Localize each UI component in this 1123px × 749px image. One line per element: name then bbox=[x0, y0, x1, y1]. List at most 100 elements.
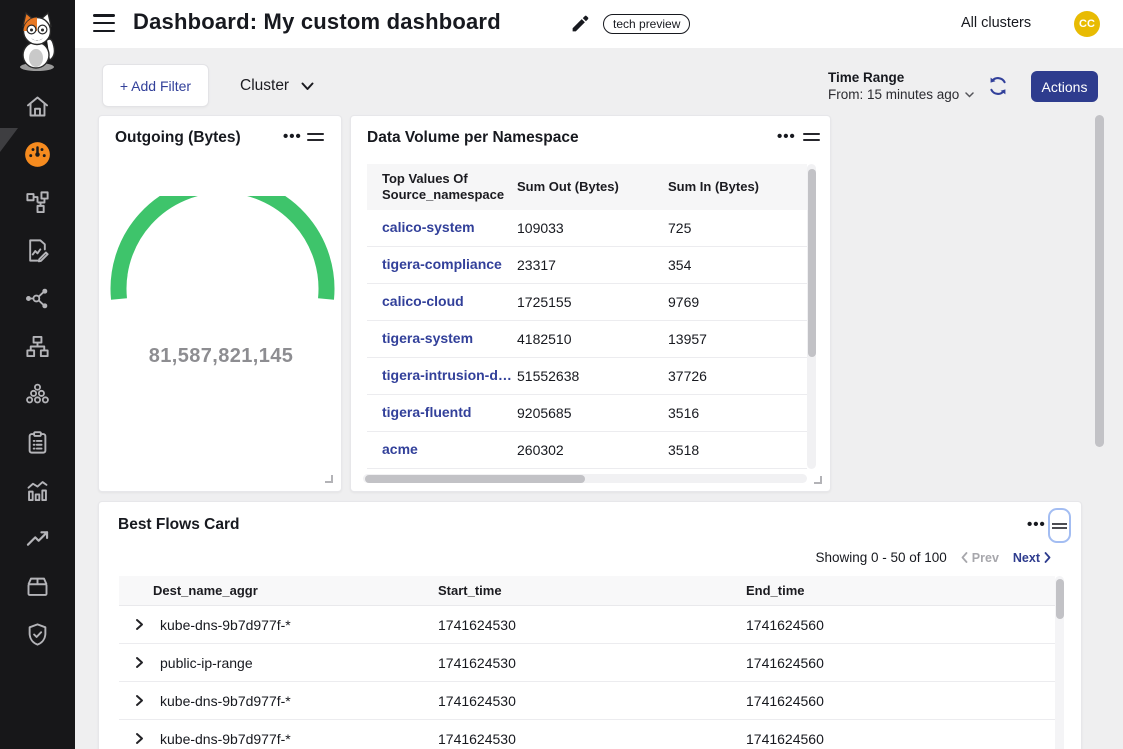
prev-page-button[interactable]: Prev bbox=[961, 551, 999, 565]
best-flows-card: Best Flows Card ••• Showing 0 - 50 of 10… bbox=[98, 501, 1082, 749]
tech-preview-badge: tech preview bbox=[603, 14, 690, 34]
sum-in-value: 37726 bbox=[668, 368, 807, 384]
actions-button[interactable]: Actions bbox=[1031, 71, 1098, 102]
table-row: acme 260302 3518 bbox=[367, 432, 807, 469]
sidebar-item-trends[interactable] bbox=[24, 525, 51, 552]
dashboard-gauge-icon bbox=[24, 141, 51, 168]
resize-handle[interactable] bbox=[814, 476, 822, 484]
table-row: public-ip-range 1741624530 1741624560 bbox=[119, 644, 1055, 682]
end-time: 1741624560 bbox=[746, 731, 1055, 747]
drag-handle-focused[interactable] bbox=[1048, 508, 1071, 543]
card-title: Best Flows Card bbox=[118, 516, 239, 534]
cluster-scope-selector[interactable]: All clusters bbox=[961, 15, 1031, 31]
sum-out-value: 9205685 bbox=[517, 405, 668, 421]
namespace-link[interactable]: calico-cloud bbox=[382, 293, 464, 309]
table-vertical-scrollbar[interactable] bbox=[807, 164, 816, 469]
table-header-row: Top Values Of Source_namespace Sum Out (… bbox=[367, 164, 807, 210]
drag-handle-icon[interactable] bbox=[307, 133, 324, 141]
flows-table: Dest_name_aggr Start_time End_time kube-… bbox=[119, 576, 1055, 749]
column-header: Top Values Of Source_namespace bbox=[367, 171, 517, 204]
table-row: tigera-system 4182510 13957 bbox=[367, 321, 807, 358]
sidebar-item-home[interactable] bbox=[24, 93, 51, 120]
sidebar-item-statistics[interactable] bbox=[24, 477, 51, 504]
sum-out-value: 23317 bbox=[517, 257, 668, 273]
expand-row-icon[interactable] bbox=[133, 618, 146, 631]
table-header-row: Dest_name_aggr Start_time End_time bbox=[119, 576, 1055, 606]
sidebar-item-flow-visualization[interactable] bbox=[24, 285, 51, 312]
namespace-link[interactable]: tigera-fluentd bbox=[382, 404, 471, 420]
outgoing-bytes-card: Outgoing (Bytes) ••• 81,587,821,145 bbox=[98, 115, 342, 492]
card-menu-icon[interactable]: ••• bbox=[283, 130, 301, 144]
column-header: Sum Out (Bytes) bbox=[517, 179, 668, 195]
expand-row-icon[interactable] bbox=[133, 732, 146, 745]
namespace-link[interactable]: calico-system bbox=[382, 219, 475, 235]
service-graph-icon bbox=[24, 189, 51, 216]
edit-pencil-icon[interactable] bbox=[570, 13, 591, 34]
namespace-link[interactable]: acme bbox=[382, 441, 418, 457]
table-row: tigera-intrusion-d… 51552638 37726 bbox=[367, 358, 807, 395]
chart-stats-icon bbox=[24, 477, 51, 504]
next-page-button[interactable]: Next bbox=[1013, 551, 1051, 565]
add-filter-button[interactable]: + Add Filter bbox=[102, 64, 209, 107]
card-menu-icon[interactable]: ••• bbox=[777, 130, 795, 144]
sum-in-value: 354 bbox=[668, 257, 807, 273]
sum-in-value: 3516 bbox=[668, 405, 807, 421]
shield-check-icon bbox=[24, 621, 51, 648]
expand-row-icon[interactable] bbox=[133, 656, 146, 669]
sum-in-value: 3518 bbox=[668, 442, 807, 458]
namespace-link[interactable]: tigera-compliance bbox=[382, 256, 502, 272]
dest-name: kube-dns-9b7d977f-* bbox=[160, 693, 291, 709]
cluster-nodes-icon bbox=[24, 381, 51, 408]
end-time: 1741624560 bbox=[746, 655, 1055, 671]
avatar[interactable]: CC bbox=[1074, 11, 1100, 37]
sidebar-item-service-graph[interactable] bbox=[24, 189, 51, 216]
card-menu-icon[interactable]: ••• bbox=[1027, 518, 1045, 532]
sum-in-value: 13957 bbox=[668, 331, 807, 347]
table-vertical-scrollbar[interactable] bbox=[1055, 576, 1064, 749]
sidebar-item-security[interactable] bbox=[24, 621, 51, 648]
dest-name: kube-dns-9b7d977f-* bbox=[160, 731, 291, 747]
namespace-link[interactable]: tigera-intrusion-d… bbox=[382, 367, 512, 383]
sidebar-item-dashboards[interactable] bbox=[24, 141, 51, 168]
table-row: calico-cloud 1725155 9769 bbox=[367, 284, 807, 321]
sidebar-item-policies[interactable] bbox=[24, 237, 51, 264]
start-time: 1741624530 bbox=[438, 693, 746, 709]
expand-row-icon[interactable] bbox=[133, 694, 146, 707]
dest-name: public-ip-range bbox=[160, 655, 253, 671]
time-range-control[interactable]: Time Range From: 15 minutes ago bbox=[828, 70, 974, 102]
namespace-table: Top Values Of Source_namespace Sum Out (… bbox=[367, 164, 807, 469]
sum-out-value: 4182510 bbox=[517, 331, 668, 347]
start-time: 1741624530 bbox=[438, 655, 746, 671]
table-horizontal-scrollbar[interactable] bbox=[363, 474, 807, 483]
column-header: Dest_name_aggr bbox=[119, 583, 438, 598]
page-title: Dashboard: My custom dashboard bbox=[133, 9, 501, 35]
table-row: kube-dns-9b7d977f-* 1741624530 174162456… bbox=[119, 682, 1055, 720]
sidebar-item-network-topology[interactable] bbox=[24, 333, 51, 360]
card-title: Data Volume per Namespace bbox=[367, 129, 579, 147]
refresh-icon[interactable] bbox=[986, 74, 1010, 98]
table-row: kube-dns-9b7d977f-* 1741624530 174162456… bbox=[119, 606, 1055, 644]
cluster-dropdown[interactable]: Cluster bbox=[240, 74, 314, 98]
column-header: End_time bbox=[746, 583, 1055, 598]
sum-in-value: 9769 bbox=[668, 294, 807, 310]
sidebar-item-workloads[interactable] bbox=[24, 573, 51, 600]
main-content: + Add Filter Cluster Time Range From: 15… bbox=[75, 48, 1123, 749]
time-range-label: Time Range bbox=[828, 70, 974, 85]
dest-name: kube-dns-9b7d977f-* bbox=[160, 617, 291, 633]
sidebar-item-clusters[interactable] bbox=[24, 381, 51, 408]
namespace-link[interactable]: tigera-system bbox=[382, 330, 473, 346]
sidebar-item-compliance[interactable] bbox=[24, 429, 51, 456]
resize-handle[interactable] bbox=[325, 475, 333, 483]
top-bar: Dashboard: My custom dashboard tech prev… bbox=[75, 0, 1123, 48]
sum-out-value: 260302 bbox=[517, 442, 668, 458]
drag-handle-icon[interactable] bbox=[803, 133, 820, 141]
chevron-down-icon bbox=[965, 92, 974, 98]
end-time: 1741624560 bbox=[746, 693, 1055, 709]
end-time: 1741624560 bbox=[746, 617, 1055, 633]
sidebar bbox=[0, 0, 75, 749]
menu-icon[interactable] bbox=[93, 14, 115, 33]
cluster-dropdown-label: Cluster bbox=[240, 77, 289, 95]
table-row: tigera-fluentd 9205685 3516 bbox=[367, 395, 807, 432]
page-vertical-scrollbar[interactable] bbox=[1094, 115, 1104, 745]
column-header: Start_time bbox=[438, 583, 746, 598]
